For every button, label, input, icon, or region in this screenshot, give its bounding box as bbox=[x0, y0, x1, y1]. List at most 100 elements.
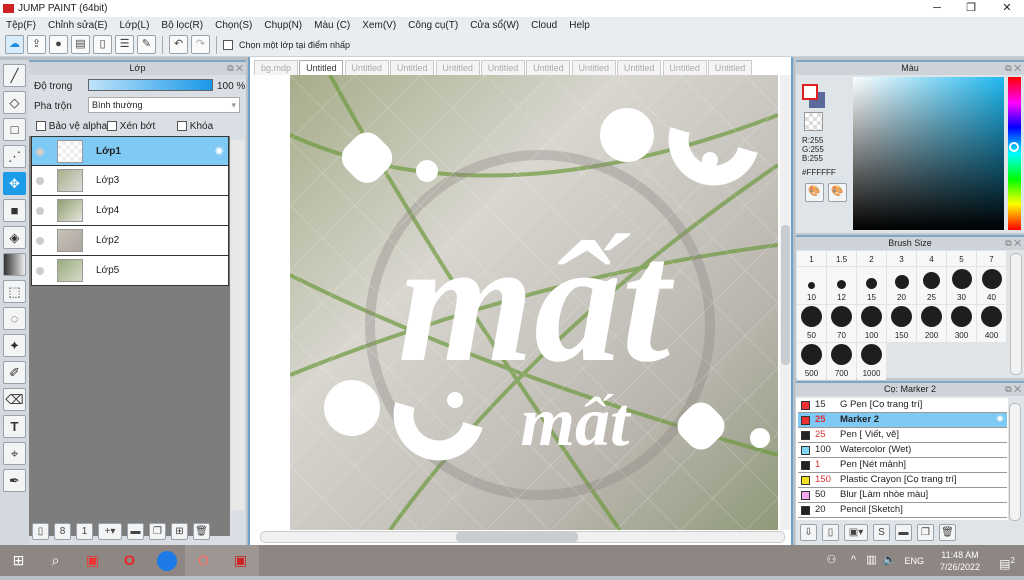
language-indicator[interactable]: ENG bbox=[904, 556, 924, 566]
menu-item[interactable]: Cửa sổ(W) bbox=[464, 20, 525, 31]
download-brush-icon[interactable]: ⇩ bbox=[800, 524, 817, 541]
brush-size-cell[interactable]: 5 bbox=[947, 251, 976, 266]
brush-size-cell[interactable]: 10 bbox=[797, 267, 826, 304]
menu-item[interactable]: Công cụ(T) bbox=[402, 20, 464, 31]
layer-scrollbar[interactable] bbox=[231, 140, 244, 510]
visibility-toggle[interactable] bbox=[36, 267, 44, 275]
brush-size-cell[interactable]: 150 bbox=[887, 305, 916, 342]
rectangle-tool-icon[interactable]: □ bbox=[3, 118, 26, 141]
people-icon[interactable]: ⚇ bbox=[818, 545, 844, 576]
page-icon[interactable]: ▯ bbox=[93, 35, 112, 54]
brush-item[interactable]: 150 Plastic Crayon [Cọ trang trí] bbox=[798, 473, 1007, 488]
windows-start-icon[interactable]: ⊞ bbox=[0, 545, 37, 576]
brush-size-cell[interactable]: 500 bbox=[797, 343, 826, 380]
undo-icon[interactable]: ↶ bbox=[169, 35, 188, 54]
panel-close-icon[interactable]: ⧉ ✕ bbox=[1005, 237, 1021, 250]
menu-item[interactable]: Tệp(F) bbox=[0, 20, 42, 31]
duplicate-brush-icon[interactable]: ❐ bbox=[917, 524, 934, 541]
menu-item[interactable]: Help bbox=[563, 20, 596, 31]
add-layer-menu-icon[interactable]: +▾ bbox=[98, 523, 122, 540]
menu-item[interactable]: Màu (C) bbox=[308, 20, 356, 31]
brush-size-cell[interactable]: 30 bbox=[947, 267, 976, 304]
brush-item[interactable]: 15 G Pen [Cọ trang trí] bbox=[798, 398, 1007, 413]
select-pen-tool-icon[interactable]: ✐ bbox=[3, 361, 26, 384]
visibility-toggle[interactable] bbox=[36, 207, 44, 215]
menu-item[interactable]: Chọn(S) bbox=[209, 20, 258, 31]
cloud-icon[interactable]: ☁ bbox=[5, 35, 24, 54]
panel-close-icon[interactable]: ⧉ ✕ bbox=[1005, 383, 1021, 396]
opacity-slider[interactable] bbox=[88, 79, 213, 91]
protect-alpha-checkbox[interactable]: Bảo vệ alpha bbox=[36, 121, 107, 132]
document-tab[interactable]: Untitled bbox=[571, 60, 616, 75]
select-eraser-tool-icon[interactable]: ⌫ bbox=[3, 388, 26, 411]
brush-size-cell[interactable]: 1 bbox=[797, 251, 826, 266]
brush-size-cell[interactable]: 7 bbox=[977, 251, 1006, 266]
horizontal-scrollbar[interactable] bbox=[260, 531, 785, 543]
minimize-button[interactable]: ─ bbox=[920, 0, 954, 17]
brush-item[interactable]: 25 Pen [ Viết, vẽ] bbox=[798, 428, 1007, 443]
vertical-scrollbar[interactable] bbox=[780, 75, 791, 530]
redo-icon[interactable]: ↷ bbox=[191, 35, 210, 54]
brush-size-cell[interactable]: 1.5 bbox=[827, 251, 856, 266]
document-tab[interactable]: Untitled bbox=[299, 60, 344, 75]
maximize-button[interactable]: ❐ bbox=[954, 0, 988, 17]
lock-checkbox[interactable]: Khóa bbox=[177, 121, 213, 132]
delete-brush-icon[interactable]: 🗑 bbox=[939, 524, 956, 541]
new-layer-icon[interactable]: ▯ bbox=[32, 523, 49, 540]
brush-tool-icon[interactable]: ╱ bbox=[3, 64, 26, 87]
transparent-color-swatch[interactable] bbox=[804, 112, 823, 131]
search-icon[interactable]: ⌕ bbox=[37, 545, 74, 576]
eraser-tool-icon[interactable]: ◇ bbox=[3, 91, 26, 114]
bucket-tool-icon[interactable]: ◈ bbox=[3, 226, 26, 249]
lasso-tool-icon[interactable]: ◌ bbox=[3, 307, 26, 330]
menu-item[interactable]: Bộ lọc(R) bbox=[155, 20, 209, 31]
close-button[interactable]: ✕ bbox=[990, 0, 1024, 17]
list-icon[interactable]: ☰ bbox=[115, 35, 134, 54]
brush-size-cell[interactable]: 15 bbox=[857, 267, 886, 304]
palette-icon[interactable]: 🎨 bbox=[805, 183, 824, 202]
duplicate-layer-icon[interactable]: ❐ bbox=[149, 523, 166, 540]
brush-size-cell[interactable]: 2 bbox=[857, 251, 886, 266]
brush-size-cell[interactable]: 40 bbox=[977, 267, 1006, 304]
share-icon[interactable]: ⇪ bbox=[27, 35, 46, 54]
layer-row[interactable]: Lớp3 bbox=[31, 166, 229, 196]
merge-layer-icon[interactable]: ⊞ bbox=[171, 523, 188, 540]
opera-icon[interactable]: O bbox=[111, 545, 148, 576]
brush-size-cell[interactable]: 1000 bbox=[857, 343, 886, 380]
brush-size-cell[interactable]: 20 bbox=[887, 267, 916, 304]
brush-size-cell[interactable]: 12 bbox=[827, 267, 856, 304]
text-tool-icon[interactable]: T bbox=[3, 415, 26, 438]
document-tab[interactable]: Untitled bbox=[662, 60, 707, 75]
brush-item[interactable]: 100 Watercolor (Wet) bbox=[798, 443, 1007, 458]
hue-slider[interactable] bbox=[1008, 77, 1021, 230]
brush-size-cell[interactable]: 300 bbox=[947, 305, 976, 342]
menu-item[interactable]: Xem(V) bbox=[356, 20, 402, 31]
brush-item[interactable]: 50 Blur [Làm nhòe màu] bbox=[798, 488, 1007, 503]
brush-size-cell[interactable]: 25 bbox=[917, 267, 946, 304]
panel-close-icon[interactable]: ⧉ ✕ bbox=[1005, 62, 1021, 75]
visibility-toggle[interactable] bbox=[36, 237, 44, 245]
saturation-value-picker[interactable] bbox=[853, 77, 1004, 230]
line-tool-icon[interactable]: ⋰ bbox=[3, 145, 26, 168]
brush-item[interactable]: 20 Pencil [Sketch] bbox=[798, 503, 1007, 518]
gradient-tool-icon[interactable] bbox=[3, 253, 26, 276]
layer-row[interactable]: Lớp4 bbox=[31, 196, 229, 226]
show-hidden-icons[interactable]: ^ bbox=[844, 545, 862, 576]
visibility-toggle[interactable] bbox=[36, 148, 44, 156]
brush-list-scrollbar[interactable] bbox=[1009, 403, 1021, 521]
drawing-canvas[interactable]: mất mất bbox=[290, 75, 778, 530]
network-icon[interactable]: ▥ bbox=[862, 545, 880, 576]
brush-size-cell[interactable]: 100 bbox=[857, 305, 886, 342]
menu-item[interactable]: Lớp(L) bbox=[114, 20, 156, 31]
document-tab[interactable]: Untitled bbox=[526, 60, 571, 75]
blend-mode-select[interactable]: Bình thường ▾ bbox=[88, 97, 240, 113]
select-layer-checkbox[interactable] bbox=[223, 39, 233, 50]
brush-size-cell[interactable]: 3 bbox=[887, 251, 916, 266]
brush-folder-icon[interactable]: ▬ bbox=[895, 524, 912, 541]
brush-size-cell[interactable]: 4 bbox=[917, 251, 946, 266]
menu-item[interactable]: Chỉnh sửa(E) bbox=[42, 20, 114, 31]
menu-item[interactable]: Chụp(N) bbox=[258, 20, 308, 31]
select-rect-tool-icon[interactable]: ⬚ bbox=[3, 280, 26, 303]
jump-paint-taskbar-icon[interactable]: ▣ bbox=[222, 545, 259, 576]
message-icon[interactable]: ▤ bbox=[71, 35, 90, 54]
